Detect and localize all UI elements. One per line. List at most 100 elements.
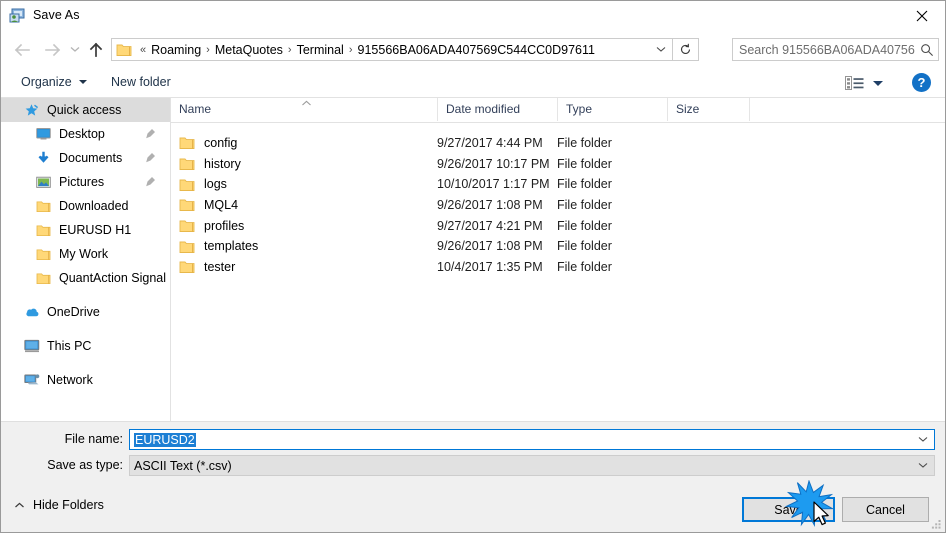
file-date-cell: 9/26/2017 10:17 PM [437, 156, 550, 171]
sidebar-item-label: EURUSD H1 [59, 223, 132, 237]
refresh-button[interactable] [672, 39, 698, 60]
folder-icon [179, 219, 195, 233]
table-row[interactable]: tester 10/4/2017 1:35 PM File folder [171, 257, 945, 278]
chevron-down-icon[interactable] [912, 436, 934, 443]
sidebar-item-pictures[interactable]: Pictures [1, 170, 170, 194]
save-button-label: Save [774, 502, 803, 517]
pin-icon[interactable] [145, 128, 156, 139]
column-header-size[interactable]: Size [667, 98, 749, 121]
folder-icon [179, 260, 195, 274]
forward-button[interactable] [39, 32, 65, 67]
sidebar-item-desktop[interactable]: Desktop [1, 122, 170, 146]
sidebar-item-network[interactable]: Network [1, 368, 170, 392]
hide-folders-label: Hide Folders [33, 498, 104, 512]
download-arrow-icon [35, 150, 52, 166]
sidebar-item-label: This PC [47, 339, 92, 353]
sidebar-item-eurusd-h1[interactable]: EURUSD H1 [1, 218, 170, 242]
sidebar-item-onedrive[interactable]: OneDrive [1, 300, 170, 324]
recent-locations-button[interactable] [67, 32, 83, 67]
table-row[interactable]: templates 9/26/2017 1:08 PM File folder [171, 236, 945, 257]
chevron-down-icon[interactable] [912, 462, 934, 469]
file-name-cell: history [179, 154, 429, 175]
file-size-cell [667, 154, 747, 175]
save-form: File name: EURUSD2 Save as type: ASCII T… [1, 421, 945, 490]
sidebar-item-my-work[interactable]: My Work [1, 242, 170, 266]
file-date-cell: 10/4/2017 1:35 PM [437, 260, 543, 275]
table-row[interactable]: logs 10/10/2017 1:17 PM File folder [171, 174, 945, 195]
table-row[interactable]: config 9/27/2017 4:44 PM File folder [171, 133, 945, 154]
breadcrumb-item-3[interactable]: 915566BA06ADA407569C544CC0D97611 [358, 43, 595, 57]
column-header-name[interactable]: Name [171, 98, 437, 121]
file-date-cell: 9/26/2017 1:08 PM [437, 239, 543, 254]
save-as-type-select[interactable]: ASCII Text (*.csv) [129, 455, 935, 476]
file-name-label: profiles [204, 218, 245, 233]
organize-button[interactable]: Organize [15, 67, 93, 97]
pin-icon[interactable] [145, 152, 156, 163]
up-one-level-button[interactable] [85, 32, 107, 67]
command-toolbar: Organize New folder ? [1, 67, 945, 98]
column-header-type[interactable]: Type [557, 98, 667, 121]
file-name-cell: MQL4 [179, 195, 429, 216]
folder-icon [116, 43, 132, 57]
folder-icon [179, 136, 195, 150]
new-folder-button[interactable]: New folder [105, 67, 177, 97]
search-box[interactable]: Search 915566BA06ADA40756... [732, 38, 939, 61]
file-name-cell: templates [179, 236, 429, 257]
breadcrumb-separator-2[interactable]: › [344, 44, 358, 56]
organize-label: Organize [21, 75, 72, 89]
breadcrumb-item-2[interactable]: Terminal [297, 43, 344, 57]
sidebar-item-quick-access[interactable]: Quick access [1, 98, 170, 122]
sidebar-item-label: My Work [59, 247, 109, 261]
address-overflow-marker[interactable]: « [135, 44, 151, 56]
view-layout-icon [845, 75, 864, 90]
chevron-down-icon [70, 47, 80, 52]
sidebar-item-downloaded[interactable]: Downloaded [1, 194, 170, 218]
file-size-cell [667, 216, 747, 237]
table-row[interactable]: MQL4 9/26/2017 1:08 PM File folder [171, 195, 945, 216]
search-input[interactable]: Search 915566BA06ADA40756... [739, 43, 916, 57]
save-button[interactable]: Save [742, 497, 835, 522]
sidebar-item-this-pc[interactable]: This PC [1, 334, 170, 358]
column-header-spacer [749, 98, 945, 121]
change-view-button[interactable] [841, 73, 887, 93]
window-title: Save As [33, 8, 80, 22]
sidebar-item-documents[interactable]: Documents [1, 146, 170, 170]
search-icon [916, 43, 938, 57]
chevron-up-icon [13, 500, 25, 510]
resize-grip-icon[interactable] [930, 518, 943, 531]
breadcrumb-item-1[interactable]: MetaQuotes [215, 43, 283, 57]
refresh-icon [680, 43, 691, 54]
file-size-cell [667, 195, 747, 216]
close-button[interactable] [899, 1, 945, 31]
pictures-icon [35, 174, 52, 190]
file-list-top-spacer [171, 123, 945, 133]
back-button[interactable] [9, 32, 35, 67]
file-name-cell: profiles [179, 216, 429, 237]
cancel-button[interactable]: Cancel [842, 497, 929, 522]
desktop-icon [35, 126, 52, 142]
breadcrumb-separator-0[interactable]: › [201, 44, 215, 56]
file-date-cell: 9/27/2017 4:21 PM [437, 218, 543, 233]
sidebar-item-quantaction-signal[interactable]: QuantAction Signal [1, 266, 170, 290]
table-row[interactable]: history 9/26/2017 10:17 PM File folder [171, 154, 945, 175]
table-row[interactable]: profiles 9/27/2017 4:21 PM File folder [171, 216, 945, 237]
help-button[interactable]: ? [912, 73, 931, 92]
file-name-input[interactable]: EURUSD2 [129, 429, 935, 450]
pin-icon[interactable] [145, 176, 156, 187]
address-dropdown-button[interactable] [650, 39, 672, 60]
file-name-label: history [204, 156, 241, 171]
hide-folders-button[interactable]: Hide Folders [13, 498, 104, 512]
address-bar[interactable]: « Roaming › MetaQuotes › Terminal › 9155… [111, 38, 699, 61]
file-size-cell [667, 257, 747, 278]
file-type-cell: File folder [557, 156, 612, 171]
file-name-cell: tester [179, 257, 429, 278]
breadcrumb-separator-1[interactable]: › [283, 44, 297, 56]
column-header-date-modified[interactable]: Date modified [437, 98, 557, 121]
sidebar-item-label: Quick access [47, 103, 122, 117]
star-pin-icon [23, 102, 40, 118]
cancel-button-label: Cancel [866, 502, 905, 517]
folder-icon [35, 246, 52, 262]
breadcrumb-item-0[interactable]: Roaming [151, 43, 201, 57]
